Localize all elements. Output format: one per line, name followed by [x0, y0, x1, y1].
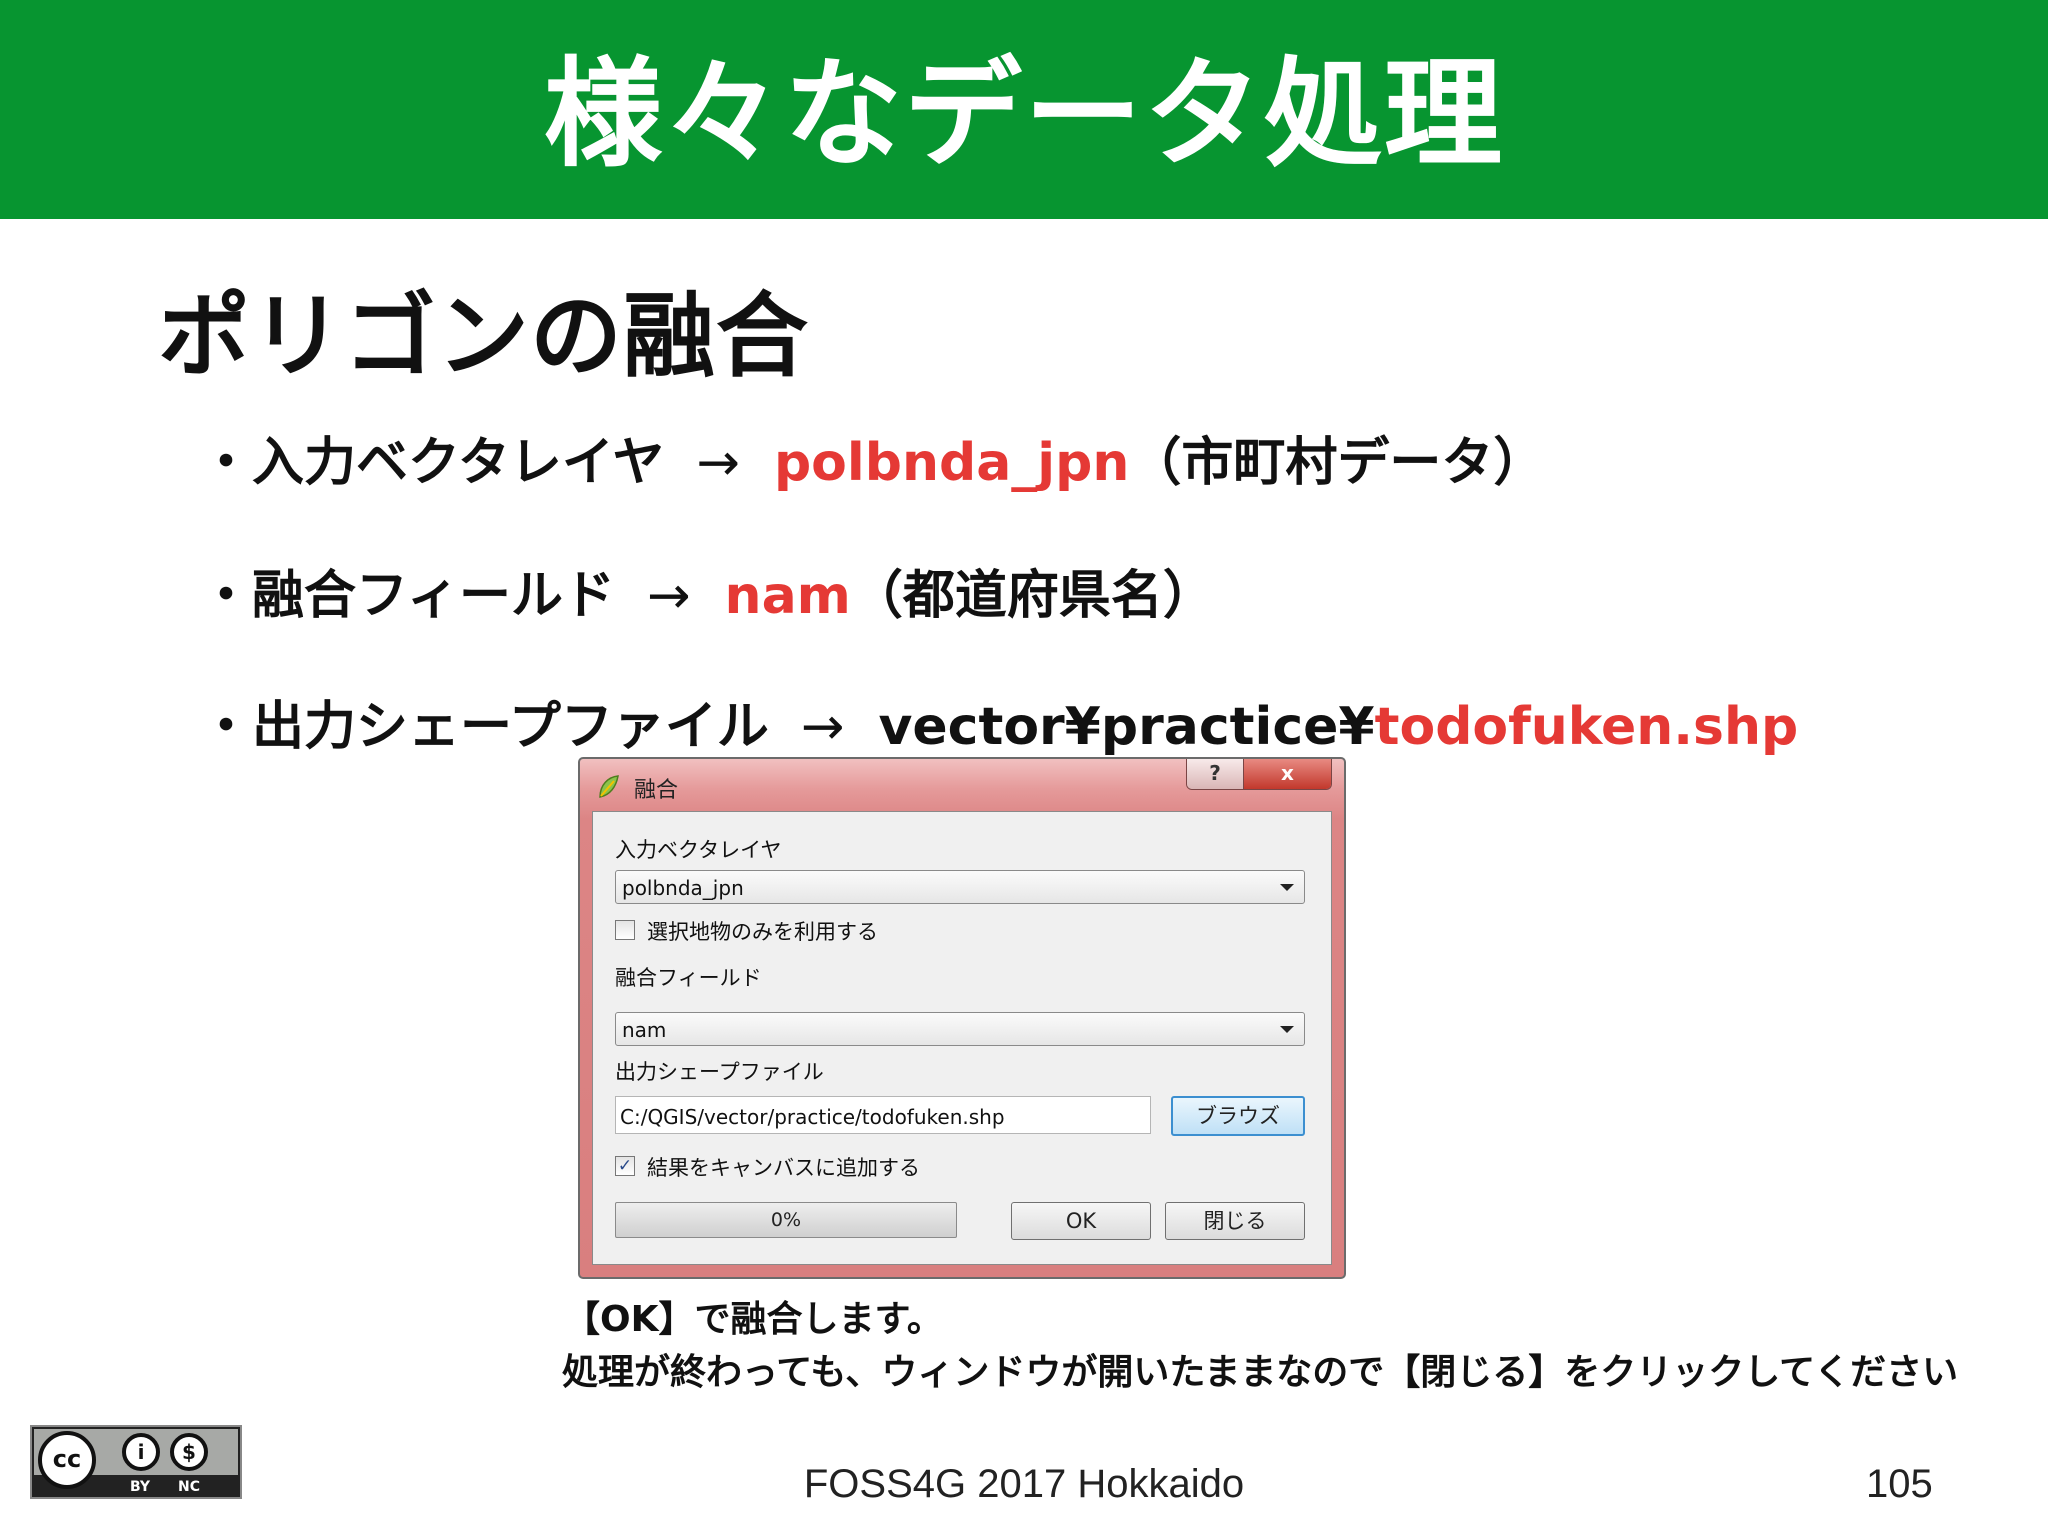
selected-only-label: 選択地物のみを利用する — [647, 920, 878, 944]
bullet-label: ・入力ベクタレイヤ — [200, 433, 665, 493]
slide-header: 様々なデータ処理 — [0, 0, 2048, 219]
bullet-value-red: polbnda_jpn — [773, 433, 1130, 493]
ok-button[interactable]: OK — [1011, 1202, 1151, 1240]
bullet-value-suffix: （都道府県名） — [850, 566, 1215, 626]
bullet-dissolve-field: ・融合フィールド → nam（都道府県名） — [200, 553, 1215, 628]
instruction-note: 【OK】で融合します。 — [564, 1299, 943, 1340]
output-shapefile-value: C:/QGIS/vector/practice/todofuken.shp — [620, 1105, 1005, 1129]
dissolve-field-select[interactable]: nam — [615, 1012, 1305, 1046]
arrow-icon: → — [800, 697, 845, 757]
bullet-label: ・融合フィールド — [200, 566, 615, 626]
arrow-icon: → — [646, 566, 691, 626]
input-layer-select[interactable]: polbnda_jpn — [615, 870, 1305, 904]
input-layer-label: 入力ベクタレイヤ — [615, 838, 782, 862]
output-shapefile-label: 出力シェープファイル — [615, 1060, 824, 1084]
dropdown-arrow-icon — [1280, 884, 1294, 891]
dropdown-arrow-icon — [1280, 1026, 1294, 1033]
dissolve-field-label: 融合フィールド — [615, 966, 762, 990]
dialog-title: 融合 — [634, 778, 679, 803]
browse-button[interactable]: ブラウズ — [1171, 1096, 1305, 1136]
arrow-icon: → — [696, 433, 740, 493]
slide-title: 様々なデータ処理 — [543, 45, 1504, 183]
add-to-canvas-checkbox[interactable]: ✓ — [615, 1156, 635, 1176]
selected-only-checkbox[interactable] — [615, 920, 635, 940]
slide-subtitle: ポリゴンの融合 — [158, 283, 810, 390]
bullet-value-suffix: （市町村データ） — [1129, 433, 1546, 493]
slide-footer: FOSS4G 2017 Hokkaido — [803, 1462, 1245, 1506]
dissolve-field-value: nam — [622, 1018, 667, 1042]
page-number: 105 — [1866, 1462, 1933, 1506]
output-shapefile-input[interactable]: C:/QGIS/vector/practice/todofuken.shp — [615, 1096, 1151, 1134]
bullet-input-layer: ・入力ベクタレイヤ → polbnda_jpn（市町村データ） — [200, 420, 1545, 495]
dialog-body: 入力ベクタレイヤ polbnda_jpn 選択地物のみを利用する 融合フィールド… — [592, 811, 1332, 1265]
instruction-note: 処理が終わっても、ウィンドウが開いたままなので【閉じる】をクリックしてください — [562, 1352, 1959, 1393]
close-window-button[interactable]: x — [1244, 759, 1331, 789]
qgis-icon — [599, 775, 619, 798]
add-to-canvas-label: 結果をキャンバスに追加する — [647, 1156, 920, 1180]
bullet-output-file: ・出力シェープファイル → vector¥practice¥todofuken.sh… — [200, 684, 1798, 759]
bullet-value-red: todofuken.shp — [1374, 697, 1799, 757]
help-button[interactable]: ? — [1187, 759, 1244, 789]
bullet-label: ・出力シェープファイル — [200, 697, 769, 757]
bullet-value-red: nam — [724, 566, 851, 626]
close-button[interactable]: 閉じる — [1165, 1202, 1305, 1240]
dialog-titlebar[interactable]: 融合 ? x — [580, 759, 1344, 809]
dissolve-dialog: 融合 ? x 入力ベクタレイヤ polbnda_jpn 選択地物のみを利用する … — [578, 757, 1346, 1279]
progress-bar: 0% — [615, 1202, 957, 1238]
progress-text: 0% — [770, 1209, 802, 1231]
bullet-value-path: vector¥practice¥ — [878, 697, 1375, 757]
input-layer-value: polbnda_jpn — [622, 876, 744, 900]
window-controls: ? x — [1186, 759, 1332, 790]
